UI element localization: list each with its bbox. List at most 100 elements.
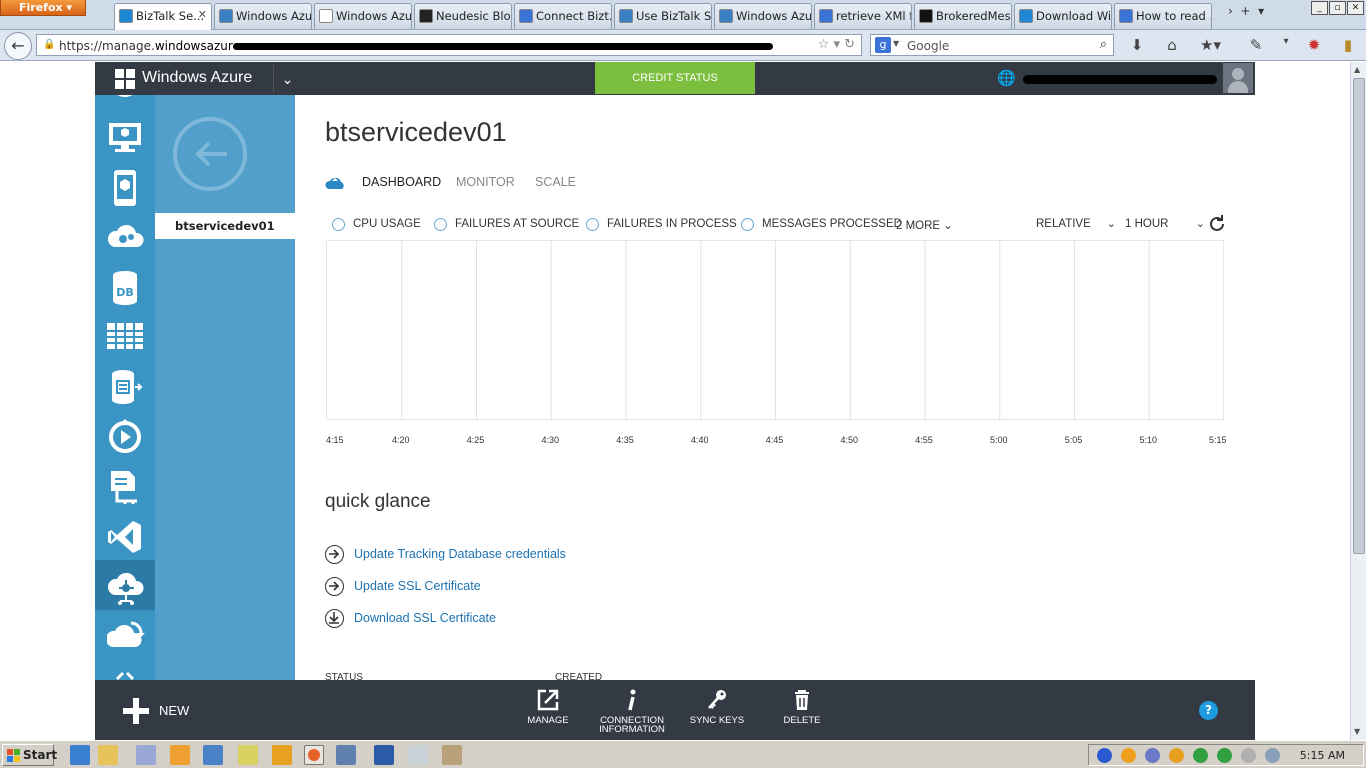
network-icon[interactable] xyxy=(136,745,156,765)
scrolled-icon[interactable] xyxy=(95,95,155,105)
outlook-tray-icon[interactable] xyxy=(1169,748,1184,763)
browser-tab[interactable]: Connect Bizt... xyxy=(514,3,612,29)
media-services-icon[interactable] xyxy=(95,410,155,460)
browser-tab[interactable]: Neudesic Blo... xyxy=(414,3,512,29)
restore-button[interactable]: ▫ xyxy=(1329,1,1346,15)
browser-tab[interactable]: BizTalk Se... ✕ xyxy=(114,3,212,30)
firefox-menu-button[interactable]: Firefox ▾ xyxy=(0,0,86,16)
addon-icon[interactable]: ✎ xyxy=(1246,36,1266,56)
close-window-button[interactable]: ✕ xyxy=(1347,1,1364,15)
tab-scale[interactable]: SCALE xyxy=(535,175,576,189)
network-tray-icon[interactable] xyxy=(1145,748,1160,763)
sync-keys-button[interactable]: SYNC KEYS xyxy=(677,688,757,738)
recovery-services-icon[interactable] xyxy=(95,610,155,660)
antivirus-icon[interactable] xyxy=(1097,748,1112,763)
help-button[interactable]: ? xyxy=(1199,701,1218,720)
bookmarks-menu-icon[interactable]: ★▾ xyxy=(1200,36,1221,56)
bookmark-folder-icon[interactable]: ▮ xyxy=(1338,36,1358,56)
biztalk-services-icon[interactable] xyxy=(95,560,155,610)
tab-scroll-controls[interactable]: › + ▾ xyxy=(1228,4,1288,26)
manage-button[interactable]: MANAGE xyxy=(508,688,588,738)
metric-toggle-failures-in-process[interactable]: FAILURES IN PROCESS xyxy=(586,218,737,231)
tab-monitor[interactable]: MONITOR xyxy=(456,175,515,189)
scroll-down-icon[interactable]: ▼ xyxy=(1354,727,1360,736)
engine-dropdown-icon[interactable]: ▼ xyxy=(893,39,899,48)
hdinsight-icon[interactable] xyxy=(95,360,155,410)
delete-button[interactable]: DELETE xyxy=(762,688,842,738)
more-icon[interactable] xyxy=(95,660,155,680)
range-mode-select[interactable]: RELATIVE ⌄ xyxy=(1036,218,1116,230)
time-range-select[interactable]: 1 HOUR ⌄ xyxy=(1125,218,1205,230)
globe-icon[interactable]: 🌐 xyxy=(997,69,1016,87)
more-metrics-dropdown[interactable]: 2 MORE ⌄ xyxy=(896,218,953,232)
connection-tray-icon[interactable] xyxy=(1265,748,1280,763)
azure-icon xyxy=(619,9,633,23)
bookmark-star-icon[interactable]: ☆ ▾ ↻ xyxy=(818,37,855,52)
toolbar-overflow-icon[interactable]: ▾ xyxy=(1276,36,1296,56)
metric-toggle-cpu-usage[interactable]: CPU USAGE xyxy=(332,218,421,231)
browser-tab[interactable]: How to read ... xyxy=(1114,3,1212,29)
word-icon[interactable] xyxy=(374,745,394,765)
sync-tray-icon[interactable] xyxy=(1193,748,1208,763)
media-player-icon[interactable] xyxy=(170,745,190,765)
mobile-services-icon[interactable] xyxy=(95,160,155,210)
storage-icon[interactable] xyxy=(95,310,155,360)
service-bus-icon[interactable] xyxy=(95,460,155,510)
connection-information-button[interactable]: CONNECTION INFORMATION xyxy=(592,688,672,738)
browser-tab[interactable]: Windows Azu... xyxy=(714,3,812,29)
chevron-down-icon[interactable]: ⌄ xyxy=(273,65,297,93)
firefox-taskbar-icon[interactable] xyxy=(304,745,324,765)
new-button[interactable]: NEW xyxy=(123,698,203,724)
search-bar[interactable]: g ▼ Google ⌕ xyxy=(870,34,1114,56)
remote-desktop-icon[interactable] xyxy=(336,745,356,765)
folder-icon[interactable] xyxy=(238,745,258,765)
sql-databases-icon[interactable]: DB xyxy=(95,260,155,310)
volume-icon[interactable] xyxy=(1241,748,1256,763)
subnav-item-btservicedev01[interactable]: btservicedev01 xyxy=(155,213,295,239)
visual-studio-online-icon[interactable] xyxy=(95,510,155,560)
search-icon[interactable]: ⌕ xyxy=(1100,37,1107,52)
close-tab-icon[interactable]: ✕ xyxy=(198,8,207,21)
x-tick-label: 5:10 xyxy=(1139,435,1158,445)
refresh-icon[interactable] xyxy=(1207,214,1227,234)
google-search-engine-icon[interactable]: g xyxy=(875,37,891,53)
status-tray-icon[interactable] xyxy=(1217,748,1232,763)
browser-tab[interactable]: Download Wi... xyxy=(1014,3,1112,29)
addon-extension-icon[interactable]: ✹ xyxy=(1304,36,1324,56)
tab-dashboard[interactable]: DASHBOARD xyxy=(362,175,441,189)
file-explorer-icon[interactable] xyxy=(98,745,118,765)
scrollbar-thumb[interactable] xyxy=(1353,78,1365,554)
browser-tab[interactable]: retrieve XMl f... xyxy=(814,3,912,29)
url-bar[interactable]: 🔒 https://manage.windowsazure.com ☆ ▾ ↻ xyxy=(36,34,862,56)
download-ssl-certificate-link[interactable]: Download SSL Certificate xyxy=(325,609,525,630)
lync-icon[interactable] xyxy=(203,745,223,765)
browser-tab[interactable]: Use BizTalk S... xyxy=(614,3,712,29)
virtual-machines-icon[interactable] xyxy=(95,110,155,160)
metric-toggle-messages-processed[interactable]: MESSAGES PROCESSED xyxy=(741,218,902,231)
home-icon[interactable]: ⌂ xyxy=(1162,36,1182,56)
page-scrollbar[interactable]: ▲ ▼ xyxy=(1350,62,1366,740)
update-tracking-db-link[interactable]: Update Tracking Database credentials xyxy=(325,545,585,566)
clock[interactable]: 5:15 AM xyxy=(1300,749,1345,762)
downloads-icon[interactable]: ⬇ xyxy=(1127,36,1147,56)
metric-toggle-failures-at-source[interactable]: FAILURES AT SOURCE xyxy=(434,218,579,231)
browser-tab[interactable]: BrokeredMes... xyxy=(914,3,1012,29)
browser-tab[interactable]: Windows Azu... xyxy=(314,3,412,29)
scroll-up-icon[interactable]: ▲ xyxy=(1354,65,1360,74)
credit-status-button[interactable]: CREDIT STATUS xyxy=(595,62,755,94)
minimize-button[interactable]: _ xyxy=(1311,1,1328,15)
tools-icon[interactable] xyxy=(442,745,462,765)
user-account-redacted[interactable] xyxy=(1023,75,1217,84)
portal-brand[interactable]: Windows Azure xyxy=(142,69,252,87)
tray-app-icon[interactable] xyxy=(1121,748,1136,763)
outlook-icon[interactable] xyxy=(272,745,292,765)
internet-explorer-icon[interactable] xyxy=(70,745,90,765)
cloud-services-icon[interactable] xyxy=(95,210,155,260)
avatar[interactable] xyxy=(1223,63,1253,93)
start-button[interactable]: Start xyxy=(2,744,57,766)
browser-tab[interactable]: Windows Azu... xyxy=(214,3,312,29)
notepad-icon[interactable] xyxy=(408,745,428,765)
browser-back-button[interactable]: ← xyxy=(4,32,32,60)
back-arrow-icon[interactable] xyxy=(173,117,247,191)
update-ssl-certificate-link[interactable]: Update SSL Certificate xyxy=(325,577,505,598)
